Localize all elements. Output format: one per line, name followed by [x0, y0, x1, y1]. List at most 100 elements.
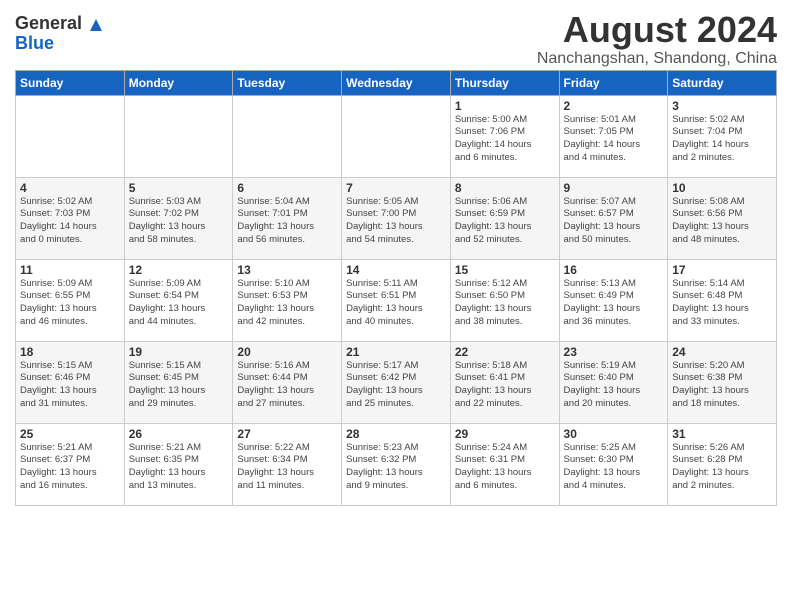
day-info: Sunrise: 5:07 AMSunset: 6:57 PMDaylight:…	[564, 196, 664, 247]
day-info: Sunrise: 5:06 AMSunset: 6:59 PMDaylight:…	[455, 196, 555, 247]
day-number: 29	[455, 427, 555, 441]
day-cell: 10Sunrise: 5:08 AMSunset: 6:56 PMDayligh…	[668, 177, 777, 259]
day-cell: 15Sunrise: 5:12 AMSunset: 6:50 PMDayligh…	[450, 259, 559, 341]
day-cell: 24Sunrise: 5:20 AMSunset: 6:38 PMDayligh…	[668, 341, 777, 423]
day-cell: 27Sunrise: 5:22 AMSunset: 6:34 PMDayligh…	[233, 423, 342, 505]
day-info: Sunrise: 5:03 AMSunset: 7:02 PMDaylight:…	[129, 196, 229, 247]
day-info: Sunrise: 5:26 AMSunset: 6:28 PMDaylight:…	[672, 442, 772, 493]
day-number: 26	[129, 427, 229, 441]
day-cell: 17Sunrise: 5:14 AMSunset: 6:48 PMDayligh…	[668, 259, 777, 341]
day-info: Sunrise: 5:19 AMSunset: 6:40 PMDaylight:…	[564, 360, 664, 411]
day-number: 21	[346, 345, 446, 359]
day-number: 2	[564, 99, 664, 113]
day-cell: 14Sunrise: 5:11 AMSunset: 6:51 PMDayligh…	[342, 259, 451, 341]
day-cell: 22Sunrise: 5:18 AMSunset: 6:41 PMDayligh…	[450, 341, 559, 423]
day-cell: 9Sunrise: 5:07 AMSunset: 6:57 PMDaylight…	[559, 177, 668, 259]
day-cell	[16, 95, 125, 177]
day-cell: 11Sunrise: 5:09 AMSunset: 6:55 PMDayligh…	[16, 259, 125, 341]
day-cell: 16Sunrise: 5:13 AMSunset: 6:49 PMDayligh…	[559, 259, 668, 341]
col-tuesday: Tuesday	[233, 70, 342, 95]
day-cell: 8Sunrise: 5:06 AMSunset: 6:59 PMDaylight…	[450, 177, 559, 259]
day-cell: 6Sunrise: 5:04 AMSunset: 7:01 PMDaylight…	[233, 177, 342, 259]
header: General Blue August 2024 Nanchangshan, S…	[15, 10, 777, 68]
day-info: Sunrise: 5:10 AMSunset: 6:53 PMDaylight:…	[237, 278, 337, 329]
day-info: Sunrise: 5:02 AMSunset: 7:03 PMDaylight:…	[20, 196, 120, 247]
page: General Blue August 2024 Nanchangshan, S…	[0, 0, 792, 516]
day-number: 15	[455, 263, 555, 277]
day-number: 8	[455, 181, 555, 195]
day-number: 27	[237, 427, 337, 441]
day-number: 31	[672, 427, 772, 441]
col-monday: Monday	[124, 70, 233, 95]
title-area: August 2024 Nanchangshan, Shandong, Chin…	[537, 10, 777, 68]
day-cell	[342, 95, 451, 177]
day-info: Sunrise: 5:15 AMSunset: 6:46 PMDaylight:…	[20, 360, 120, 411]
logo-triangle-icon	[89, 18, 103, 32]
day-cell: 31Sunrise: 5:26 AMSunset: 6:28 PMDayligh…	[668, 423, 777, 505]
day-number: 4	[20, 181, 120, 195]
day-number: 1	[455, 99, 555, 113]
week-row-5: 25Sunrise: 5:21 AMSunset: 6:37 PMDayligh…	[16, 423, 777, 505]
day-cell: 5Sunrise: 5:03 AMSunset: 7:02 PMDaylight…	[124, 177, 233, 259]
day-info: Sunrise: 5:25 AMSunset: 6:30 PMDaylight:…	[564, 442, 664, 493]
logo: General Blue	[15, 14, 103, 54]
col-wednesday: Wednesday	[342, 70, 451, 95]
day-number: 17	[672, 263, 772, 277]
day-info: Sunrise: 5:11 AMSunset: 6:51 PMDaylight:…	[346, 278, 446, 329]
subtitle: Nanchangshan, Shandong, China	[537, 50, 777, 68]
day-info: Sunrise: 5:05 AMSunset: 7:00 PMDaylight:…	[346, 196, 446, 247]
day-cell: 2Sunrise: 5:01 AMSunset: 7:05 PMDaylight…	[559, 95, 668, 177]
week-row-3: 11Sunrise: 5:09 AMSunset: 6:55 PMDayligh…	[16, 259, 777, 341]
day-info: Sunrise: 5:14 AMSunset: 6:48 PMDaylight:…	[672, 278, 772, 329]
day-number: 18	[20, 345, 120, 359]
day-number: 9	[564, 181, 664, 195]
week-row-1: 1Sunrise: 5:00 AMSunset: 7:06 PMDaylight…	[16, 95, 777, 177]
day-info: Sunrise: 5:12 AMSunset: 6:50 PMDaylight:…	[455, 278, 555, 329]
day-info: Sunrise: 5:15 AMSunset: 6:45 PMDaylight:…	[129, 360, 229, 411]
main-title: August 2024	[537, 10, 777, 50]
day-info: Sunrise: 5:13 AMSunset: 6:49 PMDaylight:…	[564, 278, 664, 329]
day-info: Sunrise: 5:17 AMSunset: 6:42 PMDaylight:…	[346, 360, 446, 411]
day-cell: 20Sunrise: 5:16 AMSunset: 6:44 PMDayligh…	[233, 341, 342, 423]
day-info: Sunrise: 5:08 AMSunset: 6:56 PMDaylight:…	[672, 196, 772, 247]
day-info: Sunrise: 5:23 AMSunset: 6:32 PMDaylight:…	[346, 442, 446, 493]
day-info: Sunrise: 5:00 AMSunset: 7:06 PMDaylight:…	[455, 114, 555, 165]
col-thursday: Thursday	[450, 70, 559, 95]
day-cell: 4Sunrise: 5:02 AMSunset: 7:03 PMDaylight…	[16, 177, 125, 259]
day-cell: 7Sunrise: 5:05 AMSunset: 7:00 PMDaylight…	[342, 177, 451, 259]
col-saturday: Saturday	[668, 70, 777, 95]
day-cell: 12Sunrise: 5:09 AMSunset: 6:54 PMDayligh…	[124, 259, 233, 341]
day-number: 28	[346, 427, 446, 441]
day-number: 22	[455, 345, 555, 359]
day-number: 6	[237, 181, 337, 195]
day-info: Sunrise: 5:18 AMSunset: 6:41 PMDaylight:…	[455, 360, 555, 411]
day-cell: 3Sunrise: 5:02 AMSunset: 7:04 PMDaylight…	[668, 95, 777, 177]
day-number: 30	[564, 427, 664, 441]
day-number: 5	[129, 181, 229, 195]
logo-line1: General	[15, 14, 103, 34]
day-cell: 13Sunrise: 5:10 AMSunset: 6:53 PMDayligh…	[233, 259, 342, 341]
day-cell: 25Sunrise: 5:21 AMSunset: 6:37 PMDayligh…	[16, 423, 125, 505]
day-number: 25	[20, 427, 120, 441]
day-number: 20	[237, 345, 337, 359]
day-cell: 19Sunrise: 5:15 AMSunset: 6:45 PMDayligh…	[124, 341, 233, 423]
day-info: Sunrise: 5:22 AMSunset: 6:34 PMDaylight:…	[237, 442, 337, 493]
day-cell: 28Sunrise: 5:23 AMSunset: 6:32 PMDayligh…	[342, 423, 451, 505]
day-info: Sunrise: 5:09 AMSunset: 6:55 PMDaylight:…	[20, 278, 120, 329]
day-number: 11	[20, 263, 120, 277]
day-info: Sunrise: 5:01 AMSunset: 7:05 PMDaylight:…	[564, 114, 664, 165]
col-friday: Friday	[559, 70, 668, 95]
logo-blue: Blue	[15, 33, 54, 53]
day-cell: 1Sunrise: 5:00 AMSunset: 7:06 PMDaylight…	[450, 95, 559, 177]
day-number: 12	[129, 263, 229, 277]
day-info: Sunrise: 5:04 AMSunset: 7:01 PMDaylight:…	[237, 196, 337, 247]
day-info: Sunrise: 5:21 AMSunset: 6:37 PMDaylight:…	[20, 442, 120, 493]
day-number: 13	[237, 263, 337, 277]
day-number: 14	[346, 263, 446, 277]
day-number: 19	[129, 345, 229, 359]
day-info: Sunrise: 5:21 AMSunset: 6:35 PMDaylight:…	[129, 442, 229, 493]
day-info: Sunrise: 5:20 AMSunset: 6:38 PMDaylight:…	[672, 360, 772, 411]
day-cell: 23Sunrise: 5:19 AMSunset: 6:40 PMDayligh…	[559, 341, 668, 423]
day-number: 16	[564, 263, 664, 277]
day-number: 23	[564, 345, 664, 359]
